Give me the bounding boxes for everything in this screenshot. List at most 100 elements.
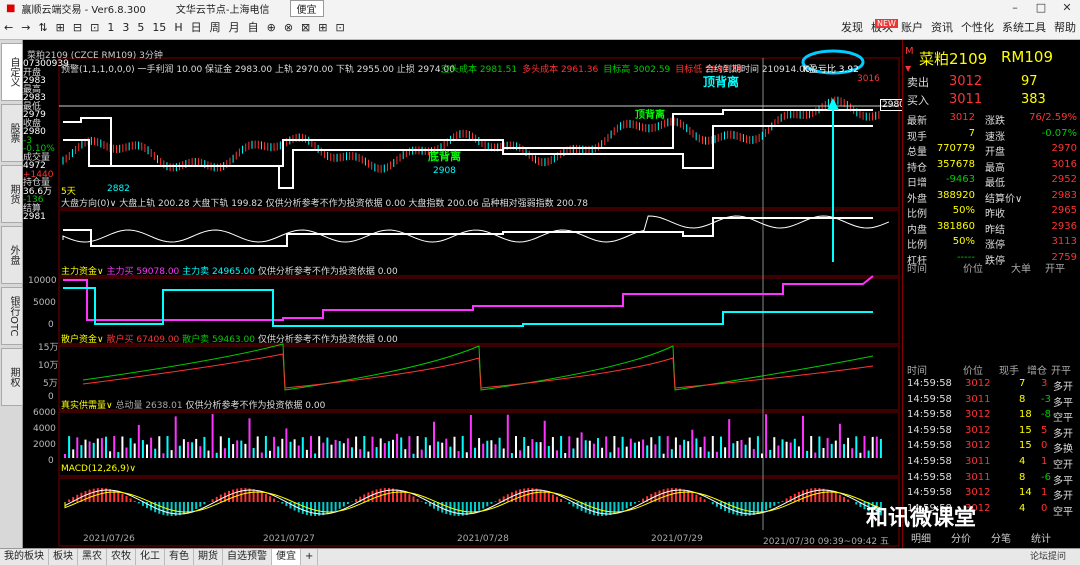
bottom-tab-1[interactable]: 板块 [49,549,78,565]
tick-cell-2: 7 [1019,378,1026,389]
toolbar-button-1[interactable]: → [17,17,34,39]
q-val1: 50% [952,205,975,216]
retail-sell-line [82,343,874,391]
left-tab-2[interactable]: 期货 [1,165,23,223]
window-tab[interactable]: 便宜 [289,0,324,17]
toolbar-button-18[interactable]: ⊞ [314,17,331,39]
maximize-button[interactable]: □ [1028,0,1054,17]
price-2882: 2882 [107,184,130,194]
days-label: 5天 [61,187,76,197]
quote-footer: 明细 分价 分笔 统计 [903,530,1080,545]
panel6-header[interactable]: MACD(12,26,9)∨ [61,464,136,474]
toolbar-button-12[interactable]: 周 [206,17,225,39]
toolbar-button-6[interactable]: 1 [103,17,118,39]
toolbar-button-13[interactable]: 月 [225,17,244,39]
left-tab-4[interactable]: 银行OTC [1,287,23,345]
tick-header-2: 时间 价位 现手 增仓 开平 [903,362,1080,377]
panel4-note: 仅供分析参考不作为投资依据 0.00 [257,335,398,345]
toolbar-button-11[interactable]: 日 [187,17,206,39]
minimize-button[interactable]: – [1002,0,1028,17]
menu-5[interactable]: 系统工具 [998,17,1050,39]
toolbar-button-19[interactable]: ⊡ [331,17,348,39]
tick-row: 14:59:58 3012 18 -8 空平 [903,409,1080,424]
buy-label: 买入 [907,94,929,107]
menu-2[interactable]: 账户 [897,17,927,39]
close-button[interactable]: ✕ [1054,0,1080,17]
tick-head2-3: 增仓 [1027,366,1047,377]
q-label2: 昨结 [985,224,1005,236]
panel3-name[interactable]: 主力资金∨ [61,267,104,277]
bottom-tab-3[interactable]: 农牧 [107,549,136,565]
price-3016: 3016 [857,74,880,84]
buy-price[interactable]: 3011 [949,92,982,107]
left-tab-0[interactable]: 自定义 [1,43,23,101]
toolbar-button-17[interactable]: ⊠ [297,17,314,39]
tick-cell-1: 3012 [965,440,991,452]
toolbar-button-0[interactable]: ← [0,17,17,39]
top-divergence-label: 顶背离 [703,75,740,89]
bottom-tab-6[interactable]: 期货 [194,549,223,565]
bottom-tab-9[interactable]: + [301,549,319,565]
chart-area[interactable]: 菜粕2109 (CZCE RM109) 3分钟 预警(1,1,1,0,0,0) … [23,40,907,548]
tick-cell-4: 多换 [1053,444,1073,456]
tick-cell-1: 3011 [965,393,991,405]
menu-3[interactable]: 资讯 [927,17,957,39]
sell-price[interactable]: 3012 [949,74,982,89]
tick-cell-0: 14:59:58 [907,424,952,436]
footer-tab-1[interactable]: 分价 [951,530,971,545]
q-label1: 最新 [907,116,927,127]
q-label1: 内盘 [907,224,927,236]
forum-link[interactable]: 论坛提问 [1030,549,1066,562]
toolbar-button-10[interactable]: H [170,17,186,39]
bottom-tab-0[interactable]: 我的板块 [0,549,49,565]
toolbar-button-4[interactable]: ⊟ [69,17,86,39]
toolbar: ←→⇅⊞⊟⊡13515H日周月自⊕⊗⊠⊞⊡发现板块账户资讯个性化系统工具帮助NE… [0,17,1080,40]
colored-2: 目标高 3002.59 [603,65,671,75]
panel4-buy: 散户买 67409.00 [106,335,180,345]
q-label2: 涨停 [985,240,1005,251]
yticks3-2: 0 [48,320,54,330]
toolbar-button-16[interactable]: ⊗ [280,17,297,39]
tick-cell-2: 14 [1019,487,1032,499]
q-val1: 7 [968,127,975,139]
left-info-18: 2981 [23,212,46,222]
window-title: 赢顺云端交易 - Ver6.8.300 [21,5,146,16]
tick-cell-2: 4 [1019,456,1026,467]
chart-canvas[interactable] [23,40,901,548]
yticks4-1: 10万 [38,361,59,371]
bottom-tab-4[interactable]: 化工 [136,549,165,565]
footer-tab-0[interactable]: 明细 [911,530,931,545]
menu-4[interactable]: 个性化 [957,17,998,39]
toolbar-button-2[interactable]: ⇅ [34,17,51,39]
date-0: 2021/07/26 [83,534,135,544]
left-tab-3[interactable]: 外盘 [1,226,23,284]
tick-cell-1: 3012 [965,487,991,499]
bottom-tab-2[interactable]: 黑农 [78,549,107,565]
panel3-note: 仅供分析参考不作为投资依据 0.00 [257,267,398,277]
bottom-tab-7[interactable]: 自选预警 [223,549,272,565]
toolbar-button-5[interactable]: ⊡ [86,17,103,39]
q-label2: 结算价∨ [985,193,1023,205]
footer-tab-3[interactable]: 统计 [1031,530,1051,545]
buy-vol: 383 [1021,92,1046,107]
q-val2: 2983 [1051,189,1077,201]
toolbar-button-15[interactable]: ⊕ [263,17,280,39]
left-tab-5[interactable]: 期权 [1,348,23,406]
footer-tab-2[interactable]: 分笔 [991,530,1011,545]
quote-row-6: 比例 50% 昨收 2965 [903,205,1080,220]
date-1: 2021/07/27 [263,534,315,544]
toolbar-button-3[interactable]: ⊞ [52,17,69,39]
panel5-name[interactable]: 真实供需量∨ [61,401,113,411]
bottom-tab-8[interactable]: 便宜 [272,549,301,565]
panel4-name[interactable]: 散户资金∨ [61,335,104,345]
left-sidebar: 自定义股票 期货 外盘银行OTC 期权 [0,40,23,548]
menu-0[interactable]: 发现 [837,17,867,39]
toolbar-button-14[interactable]: 自 [244,17,263,39]
left-tab-1[interactable]: 股票 [1,104,23,162]
panel4-header: 散户资金∨ 散户买 67409.00 散户卖 59463.00 仅供分析参考不作… [61,332,398,345]
toolbar-button-7[interactable]: 3 [118,17,133,39]
bottom-tab-5[interactable]: 有色 [165,549,194,565]
toolbar-button-9[interactable]: 15 [148,17,170,39]
menu-6[interactable]: 帮助 [1050,17,1080,39]
toolbar-button-8[interactable]: 5 [133,17,148,39]
